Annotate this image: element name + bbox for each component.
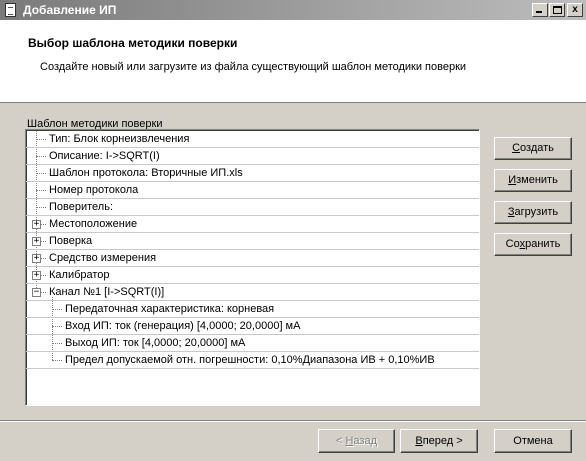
tree-item-label: Вход ИП: ток (генерация) [4,0000; 20,000… <box>65 320 301 332</box>
tree-item[interactable]: Описание: I->SQRT(I) <box>26 148 479 165</box>
tree-item-label: Описание: I->SQRT(I) <box>49 150 160 162</box>
tree-connector <box>36 173 46 174</box>
tree-item[interactable]: − Канал №1 [I->SQRT(I)] <box>26 284 479 301</box>
edit-button-label: зменить <box>516 174 558 186</box>
minimize-icon <box>536 11 542 13</box>
next-button-label: перед > <box>422 435 463 447</box>
tree-item[interactable]: Шаблон протокола: Вторичные ИП.xls <box>26 165 479 182</box>
tree-item-label: Средство измерения <box>49 252 157 264</box>
save-button-prefix: Со <box>505 238 520 250</box>
page-title: Выбор шаблона методики поверки <box>28 36 238 50</box>
tree-item-label: Предел допускаемой отн. погрешности: 0,1… <box>65 354 435 366</box>
next-button[interactable]: Вперед > <box>400 429 478 453</box>
tree-connector <box>36 207 46 208</box>
tree-item[interactable]: Номер протокола <box>26 182 479 199</box>
wizard-header: Выбор шаблона методики поверки Создайте … <box>0 20 586 103</box>
tree-connector <box>36 139 46 140</box>
edit-button[interactable]: Изменить <box>494 169 572 192</box>
expand-icon[interactable]: + <box>32 220 41 229</box>
expand-icon[interactable]: + <box>32 254 41 263</box>
tree-item-label: Канал №1 [I->SQRT(I)] <box>49 286 165 298</box>
tree-item[interactable]: Предел допускаемой отн. погрешности: 0,1… <box>26 352 479 369</box>
tree-item[interactable]: + Местоположение <box>26 216 479 233</box>
load-button-label: агрузить <box>514 206 559 218</box>
tree-item-label: Калибратор <box>49 269 110 281</box>
tree-item[interactable]: Выход ИП: ток [4,0000; 20,0000] мА <box>26 335 479 352</box>
tree-item-label: Передаточная характеристика: корневая <box>65 303 275 315</box>
cancel-button[interactable]: Отмена <box>494 429 572 453</box>
tree-connector <box>36 190 46 191</box>
maximize-icon <box>553 6 562 14</box>
tree-item[interactable]: Поверитель: <box>26 199 479 216</box>
tree-item-label: Поверитель: <box>49 201 113 213</box>
window-controls: x <box>531 3 583 17</box>
footer-divider <box>0 420 586 422</box>
tree-item[interactable]: Вход ИП: ток (генерация) [4,0000; 20,000… <box>26 318 479 335</box>
tree-connector <box>52 326 62 327</box>
tree-connector <box>36 156 46 157</box>
tree-item[interactable]: + Поверка <box>26 233 479 250</box>
title-bar: Добавление ИП x <box>0 0 586 20</box>
load-button[interactable]: Загрузить <box>494 201 572 224</box>
tree-connector <box>52 360 62 361</box>
tree-connector <box>52 309 62 310</box>
save-button-label: ранить <box>525 238 561 250</box>
window-title: Добавление ИП <box>23 3 117 17</box>
cancel-button-label: Отмена <box>513 435 553 447</box>
tree-item-label: Тип: Блок корнеизвлечения <box>49 133 190 145</box>
template-tree[interactable]: Тип: Блок корнеизвлечения Описание: I->SQ… <box>25 129 480 406</box>
tree-item-label: Поверка <box>49 235 93 247</box>
tree-item-label: Выход ИП: ток [4,0000; 20,0000] мА <box>65 337 246 349</box>
create-button-mnemonic: С <box>512 142 521 154</box>
edit-button-mnemonic: И <box>508 174 517 186</box>
collapse-icon[interactable]: − <box>32 288 41 297</box>
tree-item[interactable]: Передаточная характеристика: корневая <box>26 301 479 318</box>
tree-item-label: Шаблон протокола: Вторичные ИП.xls <box>49 167 243 179</box>
tree-item[interactable]: + Средство измерения <box>26 250 479 267</box>
create-button-label: оздать <box>520 142 554 154</box>
save-button[interactable]: Сохранить <box>494 233 572 256</box>
tree-item[interactable]: Тип: Блок корнеизвлечения <box>26 131 479 148</box>
app-document-icon <box>4 3 18 17</box>
maximize-button[interactable] <box>549 3 565 17</box>
page-subtitle: Создайте новый или загрузите из файла су… <box>40 61 467 73</box>
create-button[interactable]: Создать <box>494 137 572 160</box>
next-button-mnemonic: В <box>415 435 423 447</box>
expand-icon[interactable]: + <box>32 271 41 280</box>
minimize-button[interactable] <box>532 3 548 17</box>
back-button[interactable]: < Назад <box>318 429 395 453</box>
tree-item-label: Местоположение <box>49 218 138 230</box>
back-button-label: азад <box>353 435 377 447</box>
tree-item-label: Номер протокола <box>49 184 139 196</box>
load-button-mnemonic: З <box>507 206 515 218</box>
expand-icon[interactable]: + <box>32 237 41 246</box>
tree-item[interactable]: + Калибратор <box>26 267 479 284</box>
close-button[interactable]: x <box>567 3 583 17</box>
tree-connector <box>52 343 62 344</box>
close-icon: x <box>572 4 578 15</box>
